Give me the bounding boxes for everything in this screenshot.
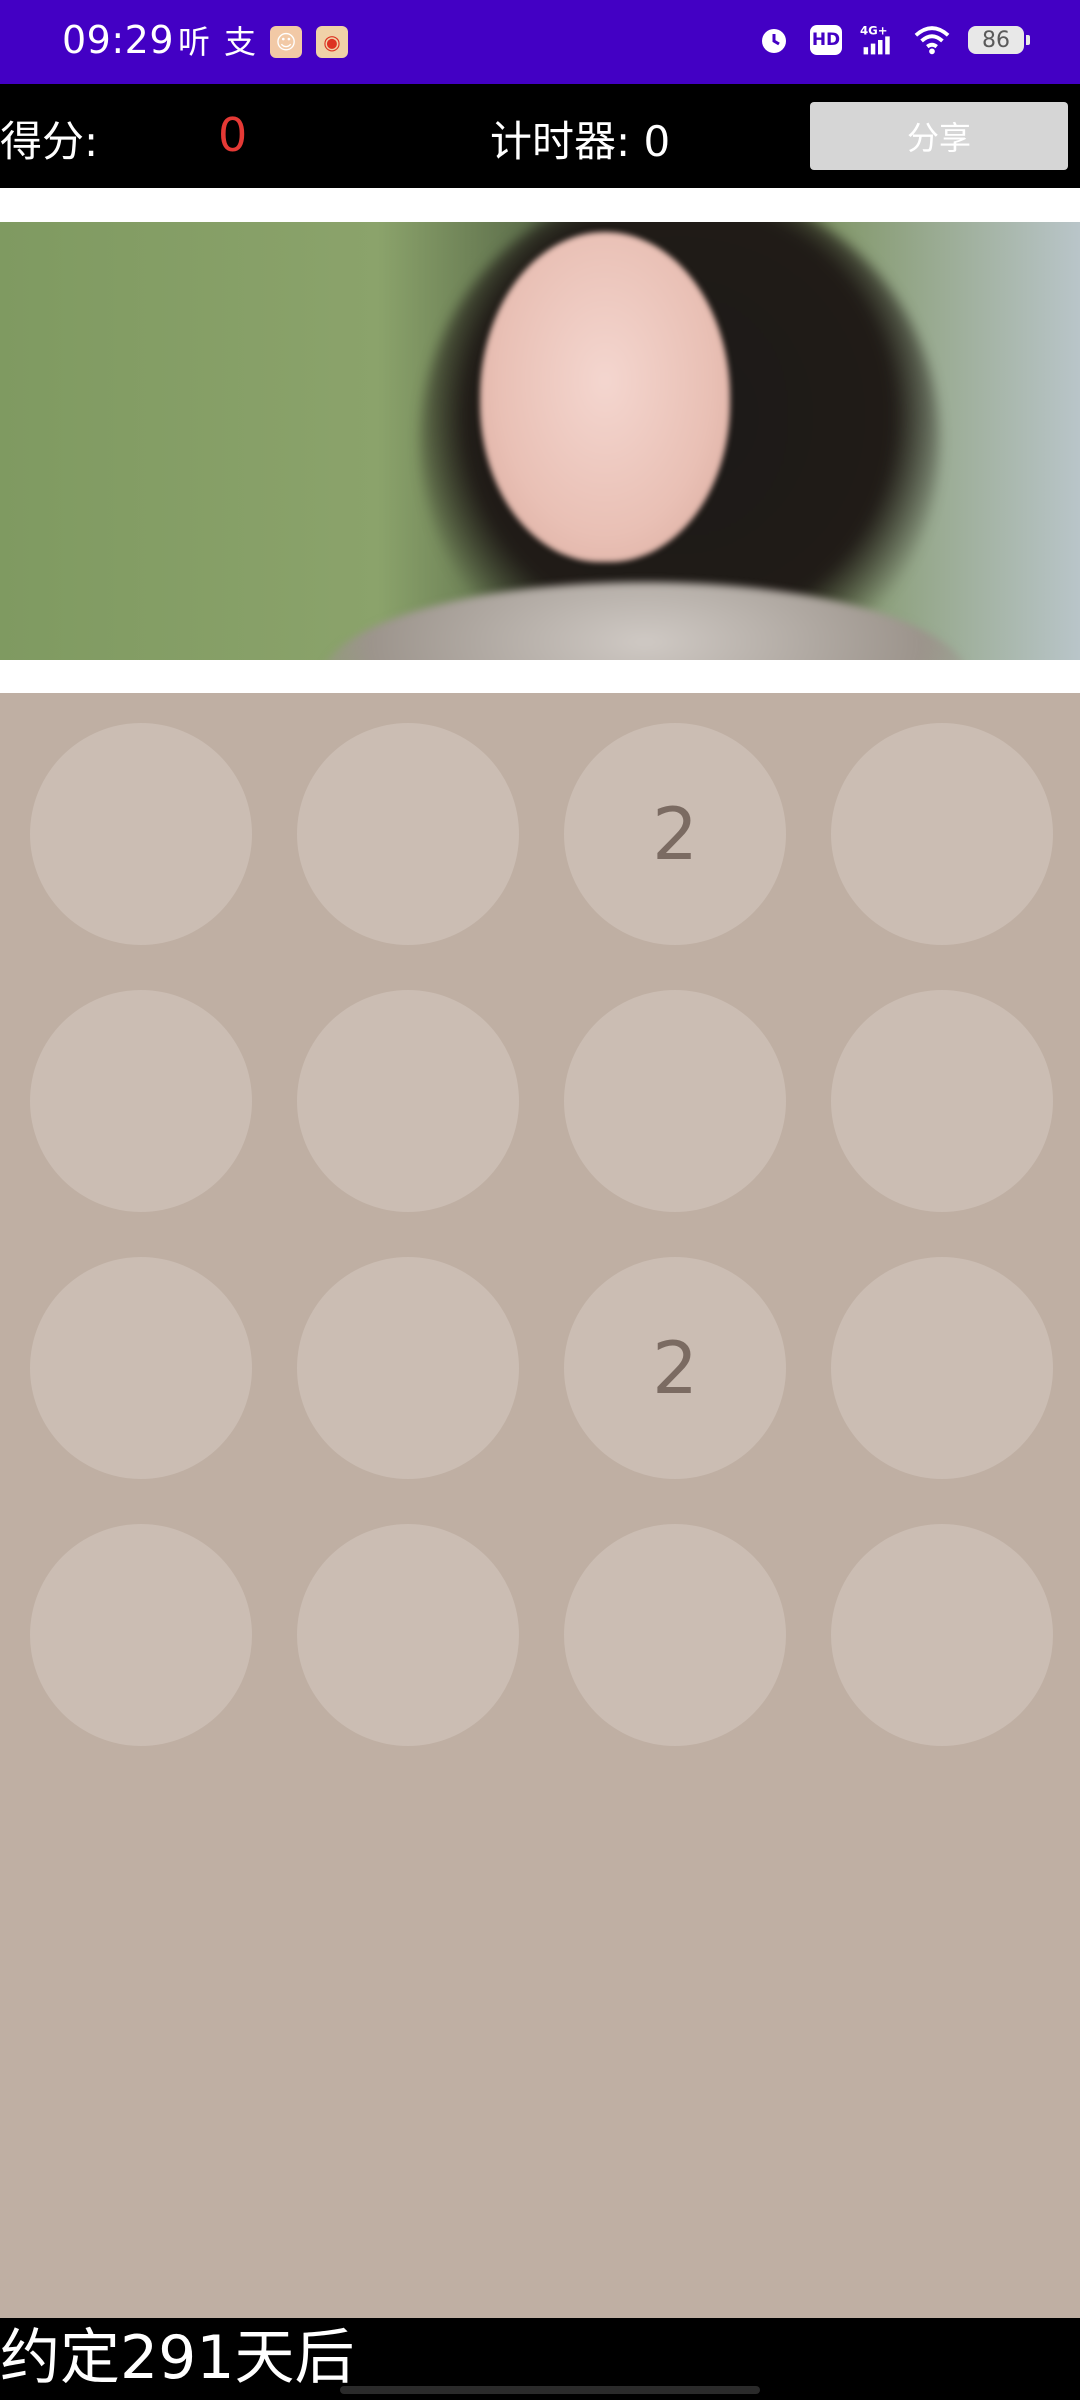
tile: 2	[564, 1257, 786, 1479]
tile	[297, 1257, 519, 1479]
countdown-text: 约定291天后	[0, 2323, 355, 2393]
tile	[831, 1524, 1053, 1746]
game-app-icon: ☺	[270, 26, 303, 58]
game-info-bar: 得分: 0 计时器: 0 分享	[0, 84, 1080, 188]
tile	[30, 1524, 252, 1746]
tile	[297, 1524, 519, 1746]
alipay-icon: 支	[224, 23, 257, 61]
status-system-icons: HD 4G+ 86	[756, 22, 1030, 58]
timer-display: 计时器: 0	[490, 117, 671, 166]
status-time: 09:29	[62, 18, 175, 62]
gesture-navigation-bar[interactable]	[340, 2386, 760, 2394]
banner-photo	[0, 222, 1080, 660]
tile	[297, 723, 519, 945]
wifi-icon	[914, 22, 950, 58]
tile	[30, 1257, 252, 1479]
tile: 2	[564, 723, 786, 945]
tile	[30, 723, 252, 945]
tile	[564, 1524, 786, 1746]
tile	[831, 990, 1053, 1212]
tile	[831, 723, 1053, 945]
tile	[564, 990, 786, 1212]
share-button[interactable]: 分享	[810, 102, 1068, 170]
score-label: 得分:	[0, 117, 99, 166]
signal-icon: 4G+	[860, 22, 896, 58]
svg-text:4G+: 4G+	[860, 24, 888, 38]
game-board[interactable]: 2 2	[0, 693, 1080, 2318]
tile	[297, 990, 519, 1212]
battery-icon: 86	[968, 26, 1030, 54]
bottom-bar: 约定291天后	[0, 2318, 1080, 2400]
weibo-icon: ◉	[316, 26, 349, 58]
status-notification-icons: 听 支 ☺ ◉	[178, 22, 349, 62]
listen-app-icon: 听	[178, 23, 211, 61]
score-value: 0	[218, 108, 248, 162]
alarm-icon	[756, 22, 792, 58]
hd-icon: HD	[810, 25, 842, 55]
tile	[30, 990, 252, 1212]
tile	[831, 1257, 1053, 1479]
status-bar: 09:29 听 支 ☺ ◉ HD 4G+ 86	[0, 0, 1080, 84]
